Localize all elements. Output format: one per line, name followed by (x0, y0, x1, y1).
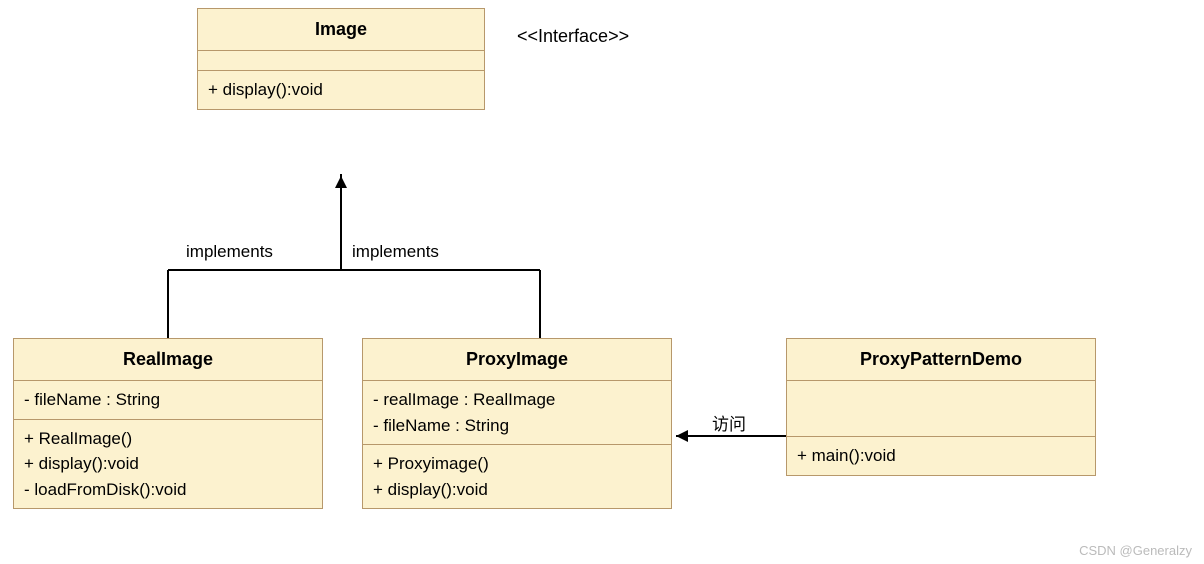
class-proxyimage-methods: + Proxyimage() + display():void (363, 445, 671, 508)
class-proxyimage-attrs: - realImage : RealImage - fileName : Str… (363, 381, 671, 445)
class-image-methods: + display():void (198, 71, 484, 109)
attribute: - realImage : RealImage (373, 387, 661, 413)
method: - loadFromDisk():void (24, 477, 312, 503)
class-realimage-methods: + RealImage() + display():void - loadFro… (14, 420, 322, 509)
label-implements-left: implements (186, 242, 273, 262)
class-proxypatterndemo-title: ProxyPatternDemo (787, 339, 1095, 381)
class-image: Image + display():void (197, 8, 485, 110)
class-proxypatterndemo: ProxyPatternDemo + main():void (786, 338, 1096, 476)
class-realimage-attrs: - fileName : String (14, 381, 322, 420)
class-realimage: RealImage - fileName : String + RealImag… (13, 338, 323, 509)
method: + Proxyimage() (373, 451, 661, 477)
class-proxypatterndemo-methods: + main():void (787, 437, 1095, 475)
method: + main():void (797, 443, 1085, 469)
method: + display():void (24, 451, 312, 477)
class-proxyimage-title: ProxyImage (363, 339, 671, 381)
class-proxypatterndemo-attrs (787, 381, 1095, 437)
attribute: - fileName : String (373, 413, 661, 439)
method: + RealImage() (24, 426, 312, 452)
class-proxyimage: ProxyImage - realImage : RealImage - fil… (362, 338, 672, 509)
attribute: - fileName : String (24, 387, 312, 413)
watermark: CSDN @Generalzy (1079, 543, 1192, 558)
label-implements-right: implements (352, 242, 439, 262)
class-realimage-title: RealImage (14, 339, 322, 381)
stereotype-interface: <<Interface>> (517, 26, 629, 47)
class-image-title: Image (198, 9, 484, 51)
method: + display():void (208, 77, 474, 103)
method: + display():void (373, 477, 661, 503)
label-access: 访问 (712, 410, 746, 435)
class-image-attrs (198, 51, 484, 71)
